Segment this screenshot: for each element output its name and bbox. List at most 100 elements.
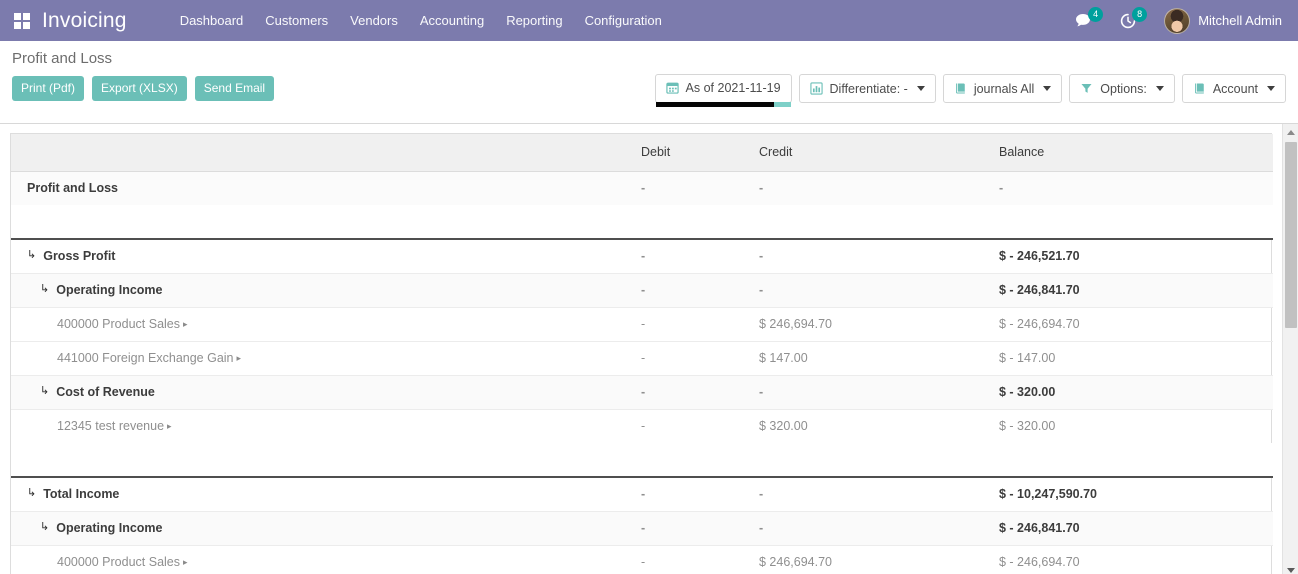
messages-button[interactable]: 4	[1075, 13, 1103, 28]
scroll-down-arrow-icon[interactable]	[1283, 562, 1298, 574]
differentiate-filter-label: Differentiate: -	[830, 82, 908, 96]
differentiate-filter[interactable]: Differentiate: -	[799, 74, 936, 103]
apps-grid-icon[interactable]	[14, 13, 30, 29]
date-filter-label: As of 2021-11-19	[686, 81, 781, 95]
cell-account-name[interactable]: ↳ Operating Income	[11, 273, 636, 307]
cell-credit-value: $ 320.00	[754, 419, 808, 433]
report-table-container: Debit Credit Balance Profit and Loss---↳…	[10, 133, 1272, 574]
expanded-toggle-icon[interactable]: ↳	[27, 250, 36, 261]
cell-debit: -	[636, 341, 754, 375]
cell-debit-value: -	[636, 181, 645, 195]
cell-credit-value: -	[754, 181, 763, 195]
cell-balance: $ - 246,841.70	[994, 511, 1273, 545]
column-header-name	[11, 134, 636, 171]
menu-item-customers[interactable]: Customers	[254, 7, 339, 34]
table-row[interactable]: ↳Cost of Revenue--$ - 320.00	[11, 375, 1273, 409]
expand-detail-icon[interactable]: ▸	[183, 320, 188, 329]
app-brand-invoicing[interactable]: Invoicing	[42, 9, 127, 33]
table-row[interactable]: 400000 Product Sales▸-$ 246,694.70$ - 24…	[11, 545, 1273, 574]
scroll-up-arrow-icon[interactable]	[1283, 124, 1298, 140]
account-filter[interactable]: Account	[1182, 74, 1286, 103]
cell-credit: -	[754, 171, 994, 205]
chevron-down-icon	[1043, 86, 1051, 91]
menu-item-configuration[interactable]: Configuration	[574, 7, 673, 34]
cell-credit: $ 320.00	[754, 409, 994, 443]
cell-debit-value: -	[636, 385, 645, 399]
report-filter-bar: As of 2021-11-19 Differentiate: -	[655, 74, 1286, 103]
cell-account-name[interactable]: 12345 test revenue▸	[11, 409, 636, 443]
expanded-toggle-icon[interactable]: ↳	[40, 386, 49, 397]
table-row[interactable]: ↳Operating Income--$ - 246,841.70	[11, 511, 1273, 545]
cell-credit-value: $ 246,694.70	[754, 555, 832, 569]
expand-detail-icon[interactable]: ▸	[183, 558, 188, 567]
table-row[interactable]: 400000 Product Sales▸-$ 246,694.70$ - 24…	[11, 307, 1273, 341]
funnel-icon	[1080, 82, 1093, 95]
account-name-label: 400000 Product Sales	[57, 555, 180, 569]
options-filter[interactable]: Options:	[1069, 74, 1175, 103]
cell-credit: $ 147.00	[754, 341, 994, 375]
cell-debit-value: -	[636, 317, 645, 331]
print-pdf-button[interactable]: Print (Pdf)	[12, 76, 84, 101]
book-icon	[1193, 82, 1206, 95]
cell-account-name[interactable]: ↳Operating Income	[11, 511, 636, 545]
export-xlsx-button[interactable]: Export (XLSX)	[92, 76, 187, 101]
cell-account-name[interactable]: ↳Total Income	[11, 477, 636, 511]
chevron-down-icon	[917, 86, 925, 91]
cell-debit-value: -	[636, 419, 645, 433]
calendar-icon	[666, 81, 679, 94]
cell-account-name[interactable]: 400000 Product Sales▸	[11, 307, 636, 341]
cell-account-name[interactable]: Profit and Loss	[11, 171, 636, 205]
cell-account-name[interactable]: ↳Gross Profit	[11, 239, 636, 273]
expanded-toggle-icon[interactable]: ↳	[40, 522, 49, 533]
user-menu[interactable]: Mitchell Admin	[1164, 8, 1282, 34]
table-row[interactable]: 441000 Foreign Exchange Gain▸-$ 147.00$ …	[11, 341, 1273, 375]
cell-debit: -	[636, 307, 754, 341]
cell-account-name[interactable]: 441000 Foreign Exchange Gain▸	[11, 341, 636, 375]
cell-balance: $ - 246,521.70	[994, 239, 1273, 273]
account-name-label: 12345 test revenue	[57, 419, 164, 433]
cell-balance: $ - 10,247,590.70	[994, 477, 1273, 511]
journals-filter[interactable]: journals All	[943, 74, 1062, 103]
cell-credit: -	[754, 511, 994, 545]
date-filter-underline	[656, 102, 791, 107]
report-area: Debit Credit Balance Profit and Loss---↳…	[0, 124, 1298, 574]
send-email-button[interactable]: Send Email	[195, 76, 274, 101]
cell-account-name[interactable]: ↳Cost of Revenue	[11, 375, 636, 409]
activities-button[interactable]: 8	[1120, 13, 1147, 29]
expanded-toggle-icon[interactable]: ↳	[27, 488, 36, 499]
table-row[interactable]: 12345 test revenue▸-$ 320.00$ - 320.00	[11, 409, 1273, 443]
table-row[interactable]: ↳ Operating Income -- $ - 246,841.70	[11, 273, 1273, 307]
bar-chart-icon	[810, 82, 823, 95]
table-row[interactable]: Profit and Loss---	[11, 171, 1273, 205]
cell-debit-value: -	[636, 249, 645, 263]
menu-item-vendors[interactable]: Vendors	[339, 7, 409, 34]
journals-filter-label: journals All	[974, 82, 1034, 96]
date-filter[interactable]: As of 2021-11-19	[655, 74, 792, 103]
menu-item-accounting[interactable]: Accounting	[409, 7, 495, 34]
cell-debit: -	[636, 273, 754, 307]
cell-balance-value: -	[994, 181, 1003, 195]
cell-balance: $ - 320.00	[994, 375, 1273, 409]
cell-balance-value: $ - 246,521.70	[994, 249, 1080, 263]
cell-balance-value: $ - 246,694.70	[994, 317, 1080, 331]
cell-credit: -	[754, 477, 994, 511]
account-name-label: Operating Income	[56, 283, 162, 297]
expanded-toggle-icon[interactable]: ↳	[40, 284, 49, 295]
scrollbar-thumb[interactable]	[1285, 142, 1297, 328]
expand-detail-icon[interactable]: ▸	[237, 354, 242, 363]
vertical-scrollbar[interactable]	[1282, 124, 1298, 574]
avatar	[1164, 8, 1190, 34]
cell-balance: $ - 246,841.70	[994, 273, 1273, 307]
expand-detail-icon[interactable]: ▸	[167, 422, 172, 431]
cell-balance: $ - 246,694.70	[994, 545, 1273, 574]
cell-credit-value: -	[754, 283, 763, 297]
cell-credit-value: -	[754, 521, 763, 535]
cell-credit: -	[754, 375, 994, 409]
cell-account-name[interactable]: 400000 Product Sales▸	[11, 545, 636, 574]
cell-debit-value: -	[636, 487, 645, 501]
table-row[interactable]: ↳Total Income--$ - 10,247,590.70	[11, 477, 1273, 511]
menu-item-dashboard[interactable]: Dashboard	[169, 7, 255, 34]
cell-balance: $ - 320.00	[994, 409, 1273, 443]
table-row[interactable]: ↳Gross Profit--$ - 246,521.70	[11, 239, 1273, 273]
menu-item-reporting[interactable]: Reporting	[495, 7, 573, 34]
